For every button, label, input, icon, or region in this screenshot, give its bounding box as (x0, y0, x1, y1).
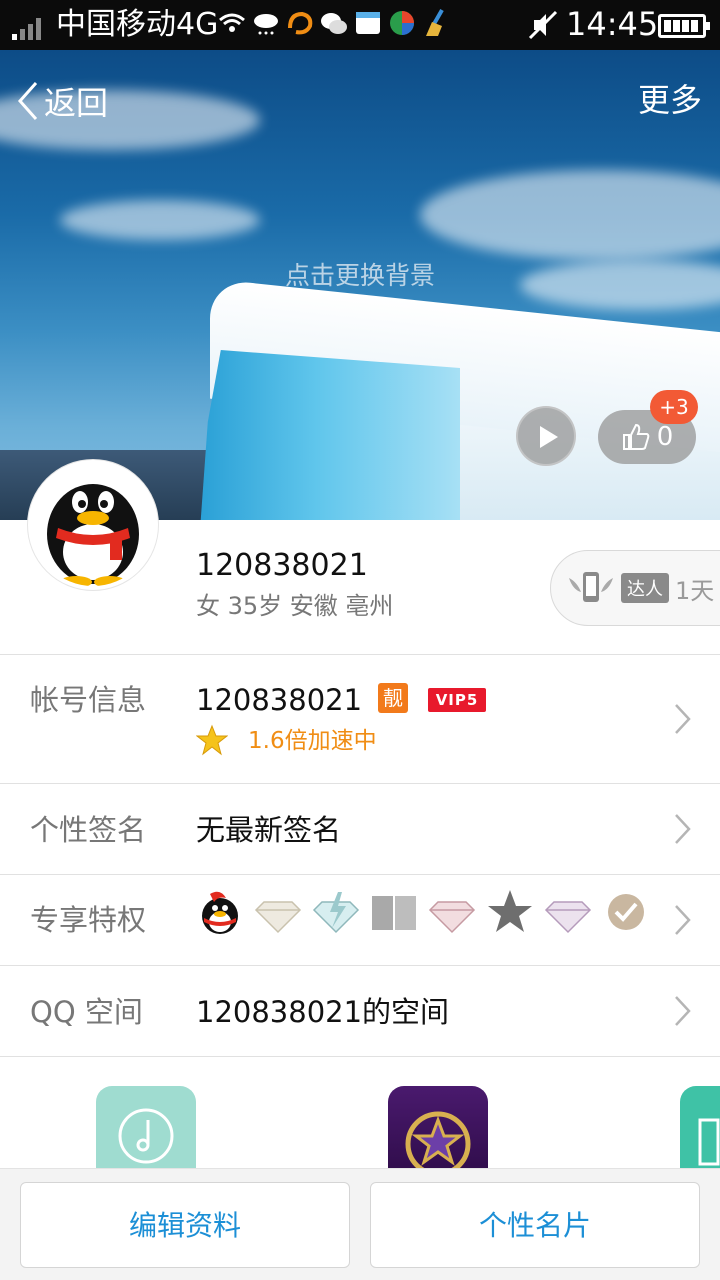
qq-penguin-avatar-icon (47, 484, 139, 586)
chevron-right-icon (675, 814, 691, 844)
privileges-label: 专享特权 (30, 903, 147, 937)
avatar[interactable] (28, 460, 158, 590)
like-count: 0 (656, 422, 674, 452)
account-number: 120838021 (196, 683, 363, 717)
account-info-label: 帐号信息 (30, 683, 147, 717)
divider (0, 1056, 720, 1057)
pink-diamond-icon (428, 901, 476, 934)
back-button[interactable]: 返回 (16, 78, 108, 124)
expert-days: 1天 (675, 576, 715, 605)
qzone-label: QQ 空间 (30, 995, 143, 1029)
clock: 14:45 (566, 5, 659, 43)
notification-icons (218, 8, 450, 42)
check-coin-icon (608, 894, 644, 930)
divider (0, 874, 720, 875)
play-button[interactable] (516, 406, 576, 466)
purple-diamond-icon (544, 901, 592, 934)
divider (0, 783, 720, 784)
bottom-action-bar: 编辑资料 个性名片 (0, 1168, 720, 1280)
cleaner-icon (422, 8, 450, 38)
username: 120838021 (196, 548, 368, 583)
edit-profile-button[interactable]: 编辑资料 (20, 1182, 350, 1268)
star-icon (488, 890, 532, 932)
chevron-left-icon (17, 82, 38, 120)
winged-phone-icon (569, 572, 613, 602)
book-icon (372, 896, 416, 930)
speed-status: 1.6倍加速中 (248, 728, 377, 754)
app-icon (388, 8, 416, 38)
wechat-icon (320, 8, 348, 38)
wifi-icon (218, 8, 246, 38)
status-bar: 中国移动4G 14:45 (0, 0, 720, 50)
signature-label: 个性签名 (30, 813, 147, 847)
thumbs-up-icon (622, 423, 650, 450)
qzone-value: 120838021的空间 (196, 995, 450, 1029)
signal-icon (12, 18, 41, 40)
play-icon (540, 426, 558, 448)
vip-badge: VIP5 (428, 688, 486, 712)
divider (0, 965, 720, 966)
expert-badge[interactable]: 达人 1天 (550, 550, 720, 626)
chevron-right-icon (675, 704, 691, 734)
star-icon (196, 724, 228, 756)
change-background-hint[interactable]: 点击更换背景 (0, 256, 720, 292)
mute-icon (528, 10, 558, 40)
back-label: 返回 (44, 84, 109, 122)
like-increment-badge: +3 (650, 390, 698, 424)
battery-icon (658, 14, 710, 38)
more-button[interactable]: 更多 (638, 80, 702, 120)
weather-icon (252, 8, 280, 38)
uc-browser-icon (286, 8, 314, 38)
chevron-right-icon (675, 905, 691, 935)
qq-penguin-icon (202, 891, 238, 934)
store-icon (354, 8, 382, 38)
signature-value: 无最新签名 (196, 813, 342, 847)
personal-card-button[interactable]: 个性名片 (370, 1182, 700, 1268)
pretty-number-badge: 靓 (378, 683, 408, 713)
user-info: 女 35岁 安徽 亳州 (196, 592, 394, 620)
divider (0, 654, 720, 655)
diamond-icon (254, 901, 302, 934)
carrier-label: 中国移动4G (56, 7, 219, 42)
diamond-lightning-icon (312, 892, 360, 934)
chevron-right-icon (675, 996, 691, 1026)
expert-tag: 达人 (621, 573, 669, 603)
